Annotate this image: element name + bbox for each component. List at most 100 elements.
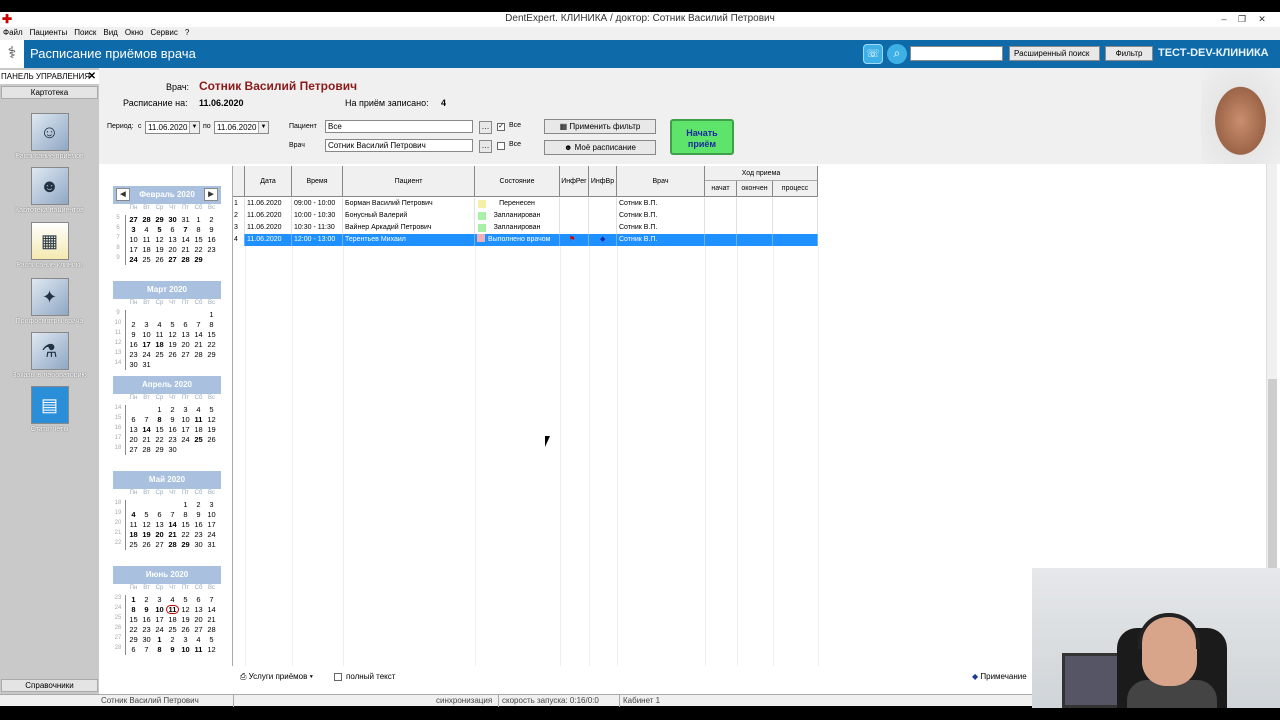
calendar-day[interactable]: 7 xyxy=(179,225,192,234)
calendar-day[interactable]: 24 xyxy=(179,435,192,444)
calendar-day[interactable]: 11 xyxy=(153,330,166,339)
calendar-day[interactable]: 10 xyxy=(127,235,140,244)
my-schedule-button[interactable]: ☻ Моё расписание xyxy=(544,140,656,155)
calendar-day[interactable]: 14 xyxy=(140,425,153,434)
calendar-day[interactable]: 16 xyxy=(192,520,205,529)
search-icon[interactable]: ⌕ xyxy=(887,44,907,64)
calendar-day[interactable]: 29 xyxy=(127,635,140,644)
calendar-day[interactable]: 11 xyxy=(127,520,140,529)
calendar-day[interactable]: 2 xyxy=(140,595,153,604)
calendar-day[interactable]: 1 xyxy=(192,215,205,224)
calendar-day[interactable]: 21 xyxy=(205,615,218,624)
calendar-day[interactable]: 9 xyxy=(205,225,218,234)
calendar-day[interactable]: 18 xyxy=(166,615,179,624)
column-header[interactable]: Состояние xyxy=(475,166,560,197)
calendar-day[interactable]: 22 xyxy=(192,245,205,254)
calendar-day[interactable]: 25 xyxy=(140,255,153,264)
calendar-day[interactable]: 24 xyxy=(205,530,218,539)
note-button[interactable]: ◆ Примечание xyxy=(972,672,1027,681)
calendar-day[interactable]: 9 xyxy=(140,605,153,614)
calendar-day[interactable]: 29 xyxy=(205,350,218,359)
calendar-day[interactable]: 25 xyxy=(192,435,205,444)
calendar-day[interactable]: 12 xyxy=(153,235,166,244)
calendar-day[interactable]: 28 xyxy=(166,540,179,549)
services-button[interactable]: ⎙ Услуги приёмов ▾ xyxy=(240,672,313,682)
menu-service[interactable]: Сервис xyxy=(147,27,181,37)
calendar-day[interactable]: 5 xyxy=(166,320,179,329)
calendar-day[interactable]: 27 xyxy=(127,445,140,454)
column-header[interactable]: Дата xyxy=(245,166,292,197)
calendar-day[interactable]: 27 xyxy=(127,215,140,224)
progress-column-header[interactable]: окончен xyxy=(737,181,773,197)
apply-filter-button[interactable]: ▦ Применить фильтр xyxy=(544,119,656,134)
calendar-day[interactable]: 11 xyxy=(192,415,205,424)
calendar-day[interactable]: 31 xyxy=(179,215,192,224)
calendar-day[interactable]: 2 xyxy=(166,635,179,644)
calendar-day[interactable]: 12 xyxy=(166,330,179,339)
calendar-day[interactable]: 31 xyxy=(205,540,218,549)
table-row[interactable]: 2 11.06.2020 10:00 - 10:30 Бонусный Валерий… xyxy=(232,210,818,222)
row-number[interactable]: 3 xyxy=(232,222,245,234)
chevron-down-icon[interactable]: ▼ xyxy=(189,122,199,133)
calendar-day[interactable]: 9 xyxy=(166,415,179,424)
calendar-day[interactable]: 24 xyxy=(153,625,166,634)
filter-button[interactable]: Фильтр xyxy=(1105,46,1153,61)
calendar-day[interactable]: 6 xyxy=(127,645,140,654)
calendar-day[interactable]: 15 xyxy=(153,425,166,434)
calendar-day[interactable]: 7 xyxy=(192,320,205,329)
calendar-day[interactable]: 13 xyxy=(127,425,140,434)
calendar-day[interactable]: 17 xyxy=(153,615,166,624)
calendar-day[interactable]: 20 xyxy=(179,340,192,349)
calendar-day[interactable]: 2 xyxy=(166,405,179,414)
calendar-day[interactable]: 3 xyxy=(179,635,192,644)
calendar-day[interactable]: 12 xyxy=(179,605,192,614)
column-header[interactable]: ИнфРег xyxy=(560,166,589,197)
calendar-day[interactable]: 19 xyxy=(179,615,192,624)
row-number[interactable]: 4 xyxy=(232,234,245,246)
menu-file[interactable]: Файл xyxy=(0,27,27,37)
calendar-day[interactable]: 19 xyxy=(166,340,179,349)
calendar-day[interactable]: 2 xyxy=(127,320,140,329)
calendar-day[interactable]: 20 xyxy=(127,435,140,444)
calendar-day[interactable]: 10 xyxy=(179,415,192,424)
calendar-day[interactable]: 26 xyxy=(179,625,192,634)
patient-pick-button[interactable]: … xyxy=(479,121,492,134)
calendar-day[interactable]: 26 xyxy=(166,350,179,359)
calendar-day[interactable]: 28 xyxy=(179,255,192,264)
calendar-day[interactable]: 18 xyxy=(127,530,140,539)
calendar-day[interactable]: 3 xyxy=(127,225,140,234)
calendar-day[interactable]: 21 xyxy=(140,435,153,444)
calendar-day[interactable]: 24 xyxy=(127,255,140,264)
calendar-day[interactable]: 11 xyxy=(166,605,179,614)
calendar-day[interactable]: 24 xyxy=(140,350,153,359)
calendar-day[interactable]: 21 xyxy=(179,245,192,254)
calendar-day[interactable]: 22 xyxy=(205,340,218,349)
calendar-day[interactable]: 10 xyxy=(153,605,166,614)
calendar-day[interactable]: 16 xyxy=(140,615,153,624)
calendar-day[interactable]: 5 xyxy=(153,225,166,234)
menu-search[interactable]: Поиск xyxy=(71,27,100,37)
calendar-day[interactable]: 1 xyxy=(205,310,218,319)
calendar-day[interactable]: 16 xyxy=(205,235,218,244)
calendar-day[interactable]: 20 xyxy=(192,615,205,624)
calendar-day[interactable]: 16 xyxy=(127,340,140,349)
calendar-day[interactable]: 21 xyxy=(166,530,179,539)
date-from-field[interactable]: 11.06.2020 ▼ xyxy=(145,121,200,134)
progress-column-header[interactable]: начат xyxy=(705,181,737,197)
calendar-day[interactable]: 29 xyxy=(153,215,166,224)
search-input[interactable] xyxy=(910,46,1003,61)
calendar-day[interactable]: 10 xyxy=(205,510,218,519)
table-row[interactable]: 3 11.06.2020 10:30 - 11:30 Вайнер Аркадий П… xyxy=(232,222,818,234)
table-row[interactable]: 1 11.06.2020 09:00 - 10:00 Борман Василий П… xyxy=(232,198,818,210)
doctor-field[interactable]: Сотник Василий Петрович xyxy=(325,139,473,152)
menu-patients[interactable]: Пациенты xyxy=(27,27,72,37)
info-reg-icon[interactable]: ⚑ xyxy=(562,236,575,243)
calendar-day[interactable]: 27 xyxy=(153,540,166,549)
nav-clinic-schedule[interactable]: ▦ Расписание клиники xyxy=(0,222,99,269)
calendar-day[interactable]: 4 xyxy=(127,510,140,519)
calendar-day[interactable]: 12 xyxy=(140,520,153,529)
calendar-day[interactable]: 3 xyxy=(205,500,218,509)
calendar-day[interactable]: 15 xyxy=(205,330,218,339)
calendar-day[interactable]: 6 xyxy=(192,595,205,604)
calendar-day[interactable]: 30 xyxy=(192,540,205,549)
